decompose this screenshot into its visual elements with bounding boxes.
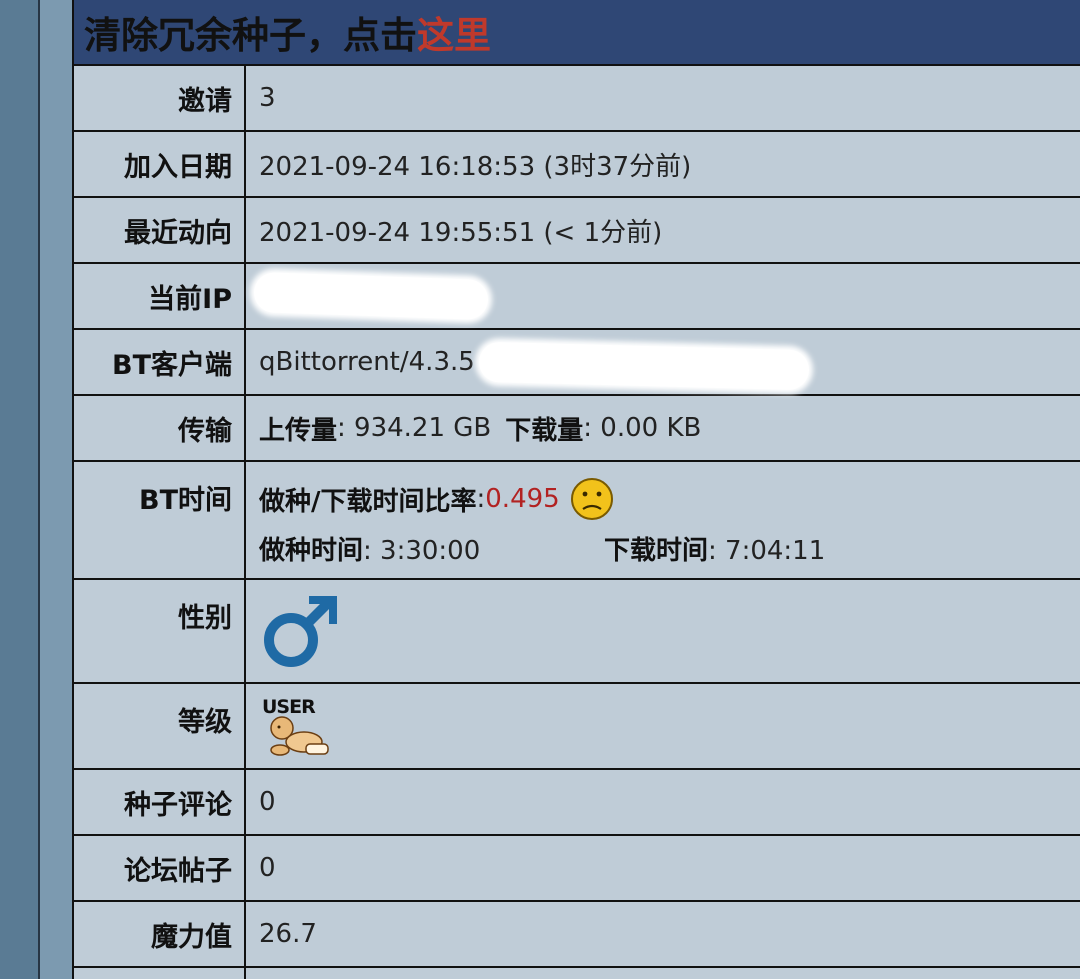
transfer-label: 传输 [74,396,246,460]
download-time-label: 下载时间 [604,536,709,566]
bt-time-label: BT时间 [74,462,246,578]
row-join-date: 加入日期 2021-09-24 16:18:53 (3时37分前) [74,132,1080,198]
bt-time-value: 做种/下载时间比率: 0.495 做种时间: 3:30:00 下载时间: 7:0… [246,462,1080,578]
invite-value: 3 [259,83,276,113]
inner-sidebar-strip [38,0,72,979]
next-row-label [74,968,246,979]
row-bt-client: BT客户端 qBittorrent/4.3.5 ( [74,330,1080,396]
upload-value: : 934.21 GB [337,413,492,443]
transfer-value: 上传量: 934.21 GB 下载量: 0.00 KB [246,396,1080,460]
forum-posts-value: 0 [259,853,276,883]
join-date-value: 2021-09-24 16:18:53 (3时37分前) [259,151,692,182]
bt-client-label: BT客户端 [74,330,246,394]
gender-label: 性别 [74,580,246,682]
cleanup-header-text: 清除冗余种子，点击 [84,14,417,57]
row-bonus-points: 魔力值 26.7 [74,902,1080,968]
sad-face-icon [570,478,613,520]
male-symbol-icon [264,596,337,667]
row-current-ip: 当前IP [74,264,1080,330]
ratio-label: 做种/下载时间比率 [259,486,477,517]
download-time-value: : 7:04:11 [708,536,826,566]
row-transfer: 传输 上传量: 934.21 GB 下载量: 0.00 KB [74,396,1080,462]
current-ip-label: 当前IP [74,264,246,328]
bonus-value: 26.7 [259,919,317,949]
row-gender: 性别 [74,580,1080,684]
last-active-value: 2021-09-24 19:55:51 (< 1分前) [259,217,663,248]
outer-sidebar-strip [0,0,38,979]
cleanup-header: 清除冗余种子，点击 这里 [74,0,1080,66]
row-invite: 邀请 3 [74,66,1080,132]
level-label: 等级 [74,684,246,768]
row-bt-time: BT时间 做种/下载时间比率: 0.495 做种时间: 3:30:00 下载时间… [74,462,1080,580]
forum-posts-label: 论坛帖子 [74,836,246,900]
upload-label: 上传量 [259,415,338,446]
user-class-badge: USER [262,696,342,758]
bonus-label: 魔力值 [74,902,246,966]
baby-user-class-icon [270,716,329,756]
redaction-mark [253,271,489,321]
invite-label: 邀请 [74,66,246,130]
torrent-comments-label: 种子评论 [74,770,246,834]
last-active-label: 最近动向 [74,198,246,262]
torrent-comments-value: 0 [259,787,276,817]
row-next-partial [74,968,1080,979]
download-label: 下载量 [505,415,584,446]
download-value: : 0.00 KB [583,413,702,443]
ratio-value: 0.495 [485,484,560,514]
join-date-label: 加入日期 [74,132,246,196]
level-value: USER [246,684,1080,768]
ratio-separator: : [476,484,486,514]
seed-time-label: 做种时间 [259,536,364,566]
seed-time-value: : 3:30:00 [363,536,481,566]
page: 清除冗余种子，点击 这里 邀请 3 加入日期 2021-09-24 16:18:5… [0,0,1080,979]
row-forum-posts: 论坛帖子 0 [74,836,1080,902]
row-level: 等级 USER [74,684,1080,770]
gender-value [246,580,1080,682]
row-last-active: 最近动向 2021-09-24 19:55:51 (< 1分前) [74,198,1080,264]
user-details-table: 清除冗余种子，点击 这里 邀请 3 加入日期 2021-09-24 16:18:5… [72,0,1080,979]
cleanup-here-link[interactable]: 这里 [417,5,491,59]
next-row-value [246,968,1080,979]
row-torrent-comments: 种子评论 0 [74,770,1080,836]
